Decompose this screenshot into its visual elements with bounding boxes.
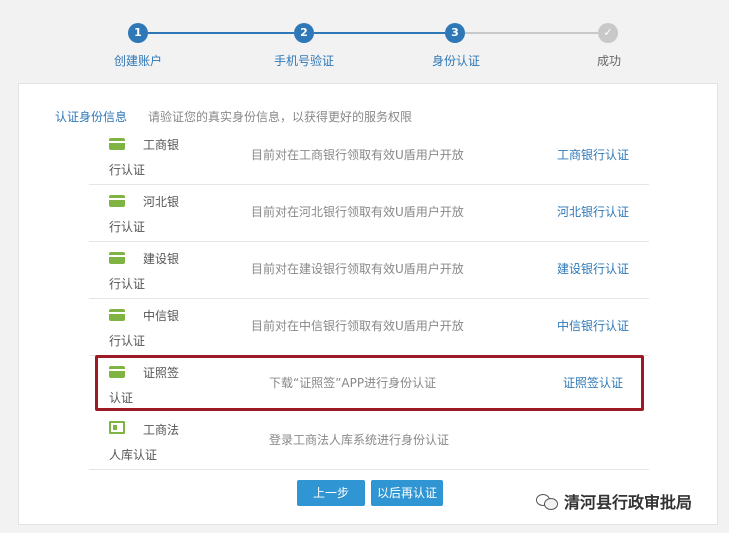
step-1-badge: 1: [128, 23, 148, 43]
hebei-bank-auth-link[interactable]: 河北银行认证: [557, 203, 629, 220]
auth-method-desc: 目前对在中信银行领取有效U盾用户开放: [251, 319, 464, 333]
auth-method-desc: 目前对在河北银行领取有效U盾用户开放: [251, 205, 464, 219]
step-4-label: 成功: [596, 54, 622, 68]
auth-row-hebei-bank: 河北银行认证 目前对在河北银行领取有效U盾用户开放 河北银行认证: [89, 185, 649, 242]
step-2-label: 手机号验证: [273, 54, 335, 68]
ccb-auth-link[interactable]: 建设银行认证: [557, 260, 629, 277]
step-2-badge: 2: [294, 23, 314, 43]
identity-auth-panel: 认证身份信息 请验证您的真实身份信息，以获得更好的服务权限 工商银行认证 目前对…: [18, 83, 718, 525]
auth-method-desc: 目前对在工商银行领取有效U盾用户开放: [251, 148, 464, 162]
step-3-label: 身份认证: [431, 54, 481, 68]
wechat-icon: [536, 492, 558, 510]
auth-method-desc: 目前对在建设银行领取有效U盾用户开放: [251, 262, 464, 276]
previous-step-button[interactable]: 上一步: [297, 480, 365, 506]
step-connector: [148, 32, 294, 34]
auth-method-name: 工商法人库认证: [109, 423, 180, 462]
highlight-box: [95, 355, 644, 411]
auth-row-ccb: 建设银行认证 目前对在建设银行领取有效U盾用户开放 建设银行认证: [89, 242, 649, 299]
auth-method-name: 河北银行认证: [109, 195, 180, 234]
auth-method-name: 工商银行认证: [109, 138, 180, 177]
step-3-badge: 3: [445, 23, 465, 43]
wechat-watermark: 清河县行政审批局: [536, 488, 692, 514]
citic-auth-link[interactable]: 中信银行认证: [557, 317, 629, 334]
step-1-label: 创建账户: [113, 54, 163, 68]
watermark-text: 清河县行政审批局: [564, 493, 693, 512]
auth-method-desc: 登录工商法人库系统进行身份认证: [269, 433, 450, 447]
step-connector: [465, 32, 598, 34]
auth-row-icbc: 工商银行认证 目前对在工商银行领取有效U盾用户开放 工商银行认证: [89, 128, 649, 185]
auth-method-name: 建设银行认证: [109, 252, 180, 291]
progress-stepper: 1 2 3 ✓ 创建账户 手机号验证 身份认证 成功: [0, 0, 729, 80]
auth-method-name: 中信银行认证: [109, 309, 180, 348]
section-description: 请验证您的真实身份信息，以获得更好的服务权限: [148, 110, 413, 124]
step-4-check-icon: ✓: [598, 23, 618, 43]
authenticate-later-button[interactable]: 以后再认证: [371, 480, 443, 506]
auth-row-legal-person-db: 工商法人库认证 登录工商法人库系统进行身份认证: [89, 413, 649, 470]
step-connector: [314, 32, 445, 34]
auth-row-citic: 中信银行认证 目前对在中信银行领取有效U盾用户开放 中信银行认证: [89, 299, 649, 356]
section-title: 认证身份信息: [55, 110, 128, 124]
icbc-auth-link[interactable]: 工商银行认证: [557, 146, 629, 163]
